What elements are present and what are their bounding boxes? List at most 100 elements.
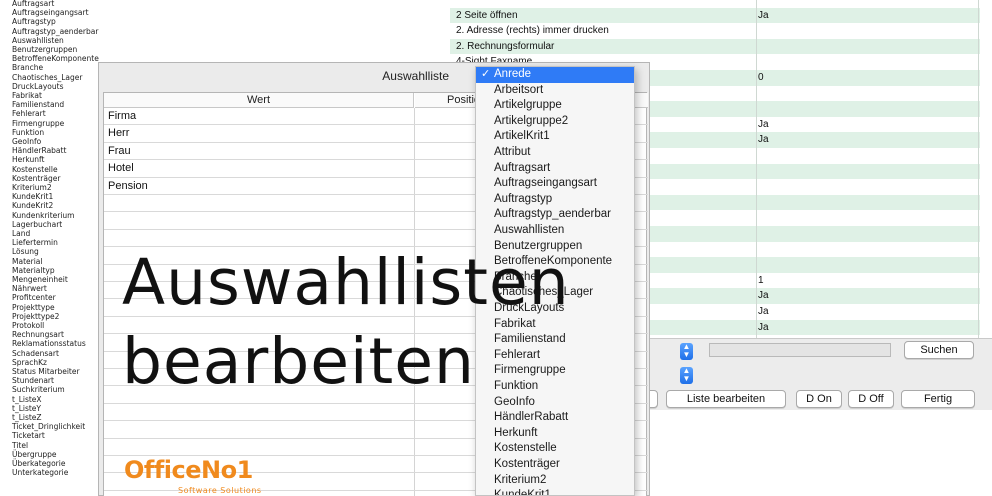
value-cell[interactable]: Herr [108, 125, 129, 142]
sidebar-item[interactable]: Auftragseingangsart [12, 8, 89, 17]
sidebar-item[interactable]: Ticket_Dringlichkeit [12, 422, 85, 431]
sidebar-item[interactable]: Kostenstelle [12, 165, 58, 174]
sidebar-item[interactable]: Unterkategorie [12, 468, 68, 477]
table-row[interactable]: 2. Adresse (rechts) immer drucken [450, 23, 980, 39]
menu-item[interactable]: Auftragstyp [476, 192, 634, 208]
menu-item[interactable]: Kostenstelle [476, 441, 634, 457]
menu-item-label: Artikelgruppe [494, 99, 562, 112]
d-on-button[interactable]: D On [796, 390, 842, 408]
sidebar-item[interactable]: Kostenträger [12, 174, 60, 183]
menu-item[interactable]: Auftragseingangsart [476, 176, 634, 192]
sidebar-item[interactable]: Protokoll [12, 321, 44, 330]
menu-item[interactable]: Arbeitsort [476, 83, 634, 99]
sidebar-item[interactable]: Auftragstyp [12, 17, 56, 26]
sidebar-item[interactable]: Branche [12, 63, 43, 72]
sidebar-item[interactable]: Auswahllisten [12, 36, 64, 45]
sidebar-item[interactable]: Titel [12, 441, 28, 450]
sidebar-item[interactable]: t_ListeY [12, 404, 41, 413]
sidebar-item[interactable]: Überkategorie [12, 459, 65, 468]
sidebar-item[interactable]: Rechnungsart [12, 330, 64, 339]
sidebar-item[interactable]: Kundenkriterium [12, 211, 74, 220]
sidebar-item[interactable]: Fehlerart [12, 109, 46, 118]
menu-item-label: Kriterium2 [494, 473, 547, 486]
table-row[interactable]: 2 Seite öffnen Ja [450, 7, 980, 24]
sidebar-item[interactable]: Status Mitarbeiter [12, 367, 80, 376]
sidebar-item[interactable]: t_ListeX [12, 395, 42, 404]
sidebar-item[interactable]: Übergruppe [12, 450, 57, 459]
sidebar-item[interactable]: SprachKz [12, 358, 47, 367]
sidebar-item[interactable]: Stundenart [12, 376, 54, 385]
sidebar-item[interactable]: KundeKrit2 [12, 201, 53, 210]
sidebar-item[interactable]: Mengeneinheit [12, 275, 68, 284]
select-stepper[interactable]: ▲ ▼ [680, 343, 693, 360]
sidebar-item[interactable]: Kriterium2 [12, 183, 52, 192]
sidebar-item[interactable]: Schadensart [12, 349, 59, 358]
list-edit-button[interactable]: Liste bearbeiten [666, 390, 786, 408]
sidebar-item[interactable]: Firmengruppe [12, 119, 64, 128]
sidebar-item[interactable]: Land [12, 229, 30, 238]
table-row[interactable] [450, 0, 980, 8]
sidebar-item[interactable]: t_ListeZ [12, 413, 42, 422]
menu-item[interactable]: ArtikelKrit1 [476, 129, 634, 145]
sidebar-item[interactable]: Benutzergruppen [12, 45, 77, 54]
setting-name: 2 Seite öffnen [456, 9, 518, 21]
setting-value: Ja [758, 9, 769, 21]
done-button[interactable]: Fertig [901, 390, 975, 408]
sidebar-item[interactable]: Profitcenter [12, 293, 56, 302]
sidebar-item[interactable]: Suchkriterium [12, 385, 65, 394]
menu-item[interactable]: Auftragsart [476, 161, 634, 177]
menu-item[interactable]: HändlerRabatt [476, 410, 634, 426]
sidebar-item[interactable]: Materialtyp [12, 266, 55, 275]
sidebar-item[interactable]: BetroffeneKomponente [12, 54, 99, 63]
sidebar-item[interactable]: GeoInfo [12, 137, 41, 146]
sidebar-item[interactable]: Familienstand [12, 100, 64, 109]
menu-item-label: Anrede [494, 68, 532, 80]
menu-item[interactable]: Auswahllisten [476, 223, 634, 239]
sidebar-item[interactable]: Reklamationsstatus [12, 339, 86, 348]
menu-item[interactable]: Artikelgruppe2 [476, 114, 634, 130]
menu-item[interactable]: Auftragstyp_aenderbar [476, 207, 634, 223]
sidebar-item[interactable]: Chaotisches_Lager [12, 73, 83, 82]
sidebar-item[interactable]: Ticketart [12, 431, 45, 440]
sidebar-item[interactable]: Funktion [12, 128, 44, 137]
sidebar-item[interactable]: Lagerbuchart [12, 220, 62, 229]
menu-item-label: Auftragsart [494, 161, 551, 174]
sidebar-item[interactable]: Auftragsart [12, 0, 54, 8]
setting-value: Ja [758, 290, 769, 302]
search-input[interactable] [709, 343, 891, 357]
sidebar-item[interactable]: Projekttype [12, 303, 55, 312]
menu-item[interactable]: ✓ Anrede [476, 67, 634, 83]
value-cell[interactable]: Frau [108, 143, 131, 160]
brand-logo: OfficeNo1 Software Solutions [124, 456, 274, 496]
search-button[interactable]: Suchen [904, 341, 974, 359]
sidebar-item[interactable]: DruckLayouts [12, 82, 63, 91]
d-off-button[interactable]: D Off [848, 390, 894, 408]
setting-name: 2. Rechnungsformular [456, 40, 555, 52]
sidebar-item[interactable]: Lösung [12, 247, 39, 256]
menu-item-label: ArtikelKrit1 [494, 130, 550, 143]
value-cell[interactable]: Pension [108, 178, 148, 195]
sidebar-item[interactable]: Material [12, 257, 42, 266]
value-cell[interactable]: Firma [108, 108, 136, 125]
menu-item[interactable]: KundeKrit1 [476, 488, 634, 495]
table-row[interactable]: 2. Rechnungsformular [450, 38, 980, 55]
sidebar-item[interactable]: Auftragstyp_aenderbar [12, 27, 98, 36]
select-stepper[interactable]: ▲ ▼ [680, 367, 693, 384]
menu-item[interactable]: Artikelgruppe [476, 98, 634, 114]
setting-value: Ja [758, 134, 769, 146]
menu-item-label: HändlerRabatt [494, 411, 569, 424]
menu-item[interactable]: Attribut [476, 145, 634, 161]
value-cell[interactable]: Hotel [108, 160, 134, 177]
sidebar-item[interactable]: KundeKrit1 [12, 192, 53, 201]
column-header-wert[interactable]: Wert [104, 93, 414, 108]
logo-tagline: Software Solutions [178, 486, 262, 495]
sidebar-item[interactable]: Herkunft [12, 155, 44, 164]
sidebar-item[interactable]: Projekttype2 [12, 312, 59, 321]
menu-item[interactable]: Kostenträger [476, 457, 634, 473]
sidebar-item[interactable]: HändlerRabatt [12, 146, 66, 155]
sidebar-item[interactable]: Nährwert [12, 284, 47, 293]
menu-item[interactable]: Kriterium2 [476, 473, 634, 489]
sidebar-item[interactable]: Liefertermin [12, 238, 58, 247]
sidebar-item[interactable]: Fabrikat [12, 91, 42, 100]
menu-item[interactable]: Herkunft [476, 426, 634, 442]
